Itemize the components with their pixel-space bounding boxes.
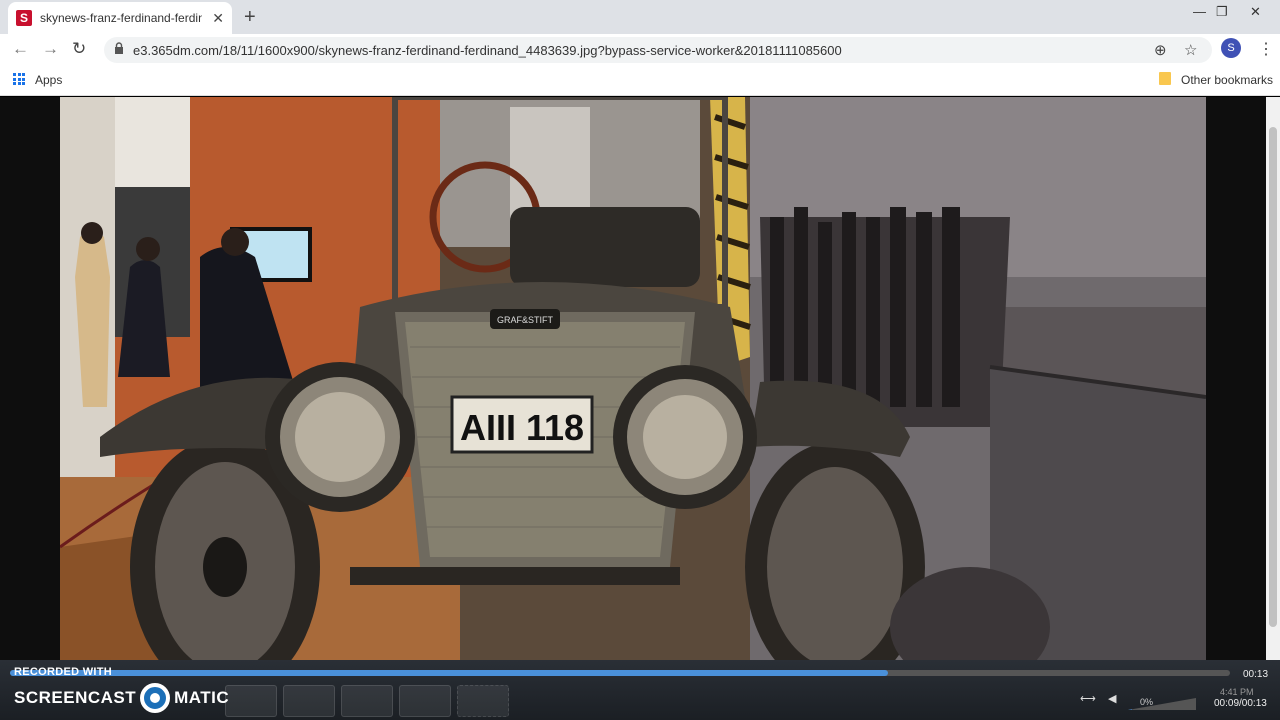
svg-text:AIII 118: AIII 118 xyxy=(460,407,584,448)
browser-toolbar: ← → ↻ e3.365dm.com/18/11/1600x900/skynew… xyxy=(0,34,1280,64)
taskbar-app-5[interactable] xyxy=(457,685,509,717)
watermark-caption: RECORDED WITH xyxy=(14,666,113,678)
volume-slider[interactable] xyxy=(1128,696,1198,712)
lock-icon xyxy=(115,42,123,54)
site-favicon-icon: S xyxy=(16,10,32,26)
reload-icon[interactable]: ↻ xyxy=(72,39,86,59)
scrollbar-thumb[interactable] xyxy=(1269,127,1277,627)
minimize-icon[interactable]: — xyxy=(1193,4,1206,19)
car-photo: AIII 118 GRAF&STIFT xyxy=(60,97,1206,660)
volume-icon[interactable]: ◀ xyxy=(1108,692,1116,710)
apps-grid-icon[interactable] xyxy=(13,73,25,85)
system-clock: 4:41 PM xyxy=(1220,687,1254,697)
bookmarks-bar: Apps Other bookmarks xyxy=(0,64,1280,96)
video-player-bar: 00:13 RECORDED WITH SCREENCAST MATIC ⟷ ◀… xyxy=(0,660,1280,720)
new-tab-icon[interactable]: + xyxy=(244,6,256,29)
browser-tab[interactable]: S skynews-franz-ferdinand-ferdinand ✕ xyxy=(8,2,232,34)
page-scrollbar[interactable] xyxy=(1266,97,1280,720)
total-time: 00:13 xyxy=(1243,669,1269,680)
image-viewport: AIII 118 GRAF&STIFT xyxy=(0,97,1266,720)
progress-bar[interactable] xyxy=(10,670,1230,676)
current-duration: 00:09/00:13 xyxy=(1214,698,1267,709)
tab-strip: S skynews-franz-ferdinand-ferdinand ✕ + … xyxy=(0,0,1280,34)
zoom-icon[interactable]: ⊕ xyxy=(1154,41,1167,59)
taskbar-app-4[interactable] xyxy=(399,685,451,717)
taskbar-app-1[interactable] xyxy=(225,685,277,717)
svg-text:GRAF&STIFT: GRAF&STIFT xyxy=(497,315,554,325)
tab-title: skynews-franz-ferdinand-ferdinand xyxy=(40,11,202,25)
logo-text-right: MATIC xyxy=(174,688,230,707)
screencast-matic-logo: SCREENCAST MATIC xyxy=(14,683,229,713)
other-bookmarks-link[interactable]: Other bookmarks xyxy=(1181,73,1273,87)
close-window-icon[interactable]: ✕ xyxy=(1250,4,1261,20)
car-photo-illustration: AIII 118 GRAF&STIFT xyxy=(60,97,1206,660)
menu-icon[interactable]: ⋮ xyxy=(1258,39,1274,59)
profile-avatar[interactable]: S xyxy=(1221,38,1241,58)
restore-icon[interactable]: ❐ xyxy=(1216,4,1228,20)
taskbar-app-3[interactable] xyxy=(341,685,393,717)
fullscreen-icon[interactable]: ⟷ xyxy=(1080,692,1096,710)
logo-text-left: SCREENCAST xyxy=(14,688,137,707)
bookmark-star-icon[interactable]: ☆ xyxy=(1184,41,1197,59)
logo-ring-icon xyxy=(140,683,171,713)
forward-icon[interactable]: → xyxy=(42,39,59,59)
close-tab-icon[interactable]: ✕ xyxy=(212,10,224,27)
url-text: e3.365dm.com/18/11/1600x900/skynews-fran… xyxy=(133,43,842,58)
taskbar-app-2[interactable] xyxy=(283,685,335,717)
folder-icon xyxy=(1159,72,1171,85)
apps-label[interactable]: Apps xyxy=(35,73,62,87)
back-icon[interactable]: ← xyxy=(12,39,29,59)
progress-fill xyxy=(10,670,889,676)
address-bar[interactable]: e3.365dm.com/18/11/1600x900/skynews-fran… xyxy=(104,37,1212,63)
